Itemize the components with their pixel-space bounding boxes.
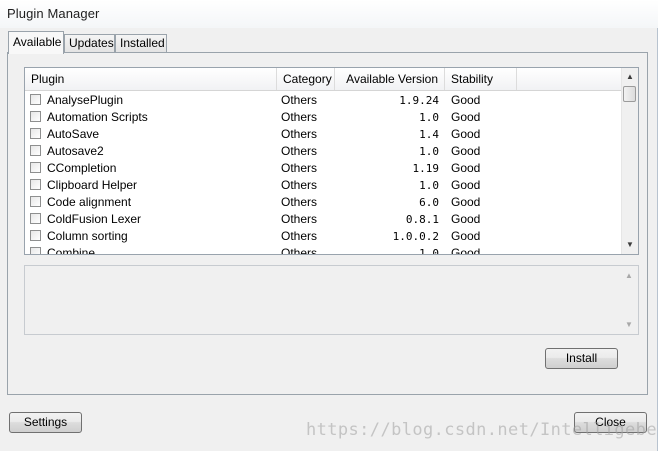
plugin-name: Autosave2 <box>47 144 104 158</box>
plugin-name: ColdFusion Lexer <box>47 212 142 226</box>
close-button-label: Close <box>595 415 626 429</box>
plugin-checkbox[interactable] <box>30 213 41 224</box>
plugin-version: 1.0.0.2 <box>392 230 439 243</box>
plugin-checkbox[interactable] <box>30 230 41 241</box>
plugin-category: Others <box>281 195 318 209</box>
settings-button[interactable]: Settings <box>9 412 82 433</box>
plugin-name: Code alignment <box>47 195 132 209</box>
table-row[interactable]: Code alignment Others 6.0 Good <box>25 194 621 211</box>
table-row[interactable]: Autosave2 Others 1.0 Good <box>25 143 621 160</box>
plugin-stability: Good <box>451 110 481 124</box>
tab-updates-label: Updates <box>69 36 114 50</box>
table-row[interactable]: Clipboard Helper Others 1.0 Good <box>25 177 621 194</box>
tab-updates[interactable]: Updates <box>64 34 115 52</box>
tab-installed[interactable]: Installed <box>115 34 167 52</box>
plugin-name: Combine <box>47 246 96 255</box>
plugin-category: Others <box>281 246 318 255</box>
plugin-list-scroll-thumb[interactable] <box>623 86 636 102</box>
close-button[interactable]: Close <box>574 412 647 433</box>
plugin-version: 1.0 <box>419 145 439 158</box>
plugin-description-box[interactable]: ▲ ▼ <box>24 265 639 335</box>
column-header-category[interactable]: Category <box>277 68 335 90</box>
column-header-category-label: Category <box>283 72 332 86</box>
plugin-name: AnalysePlugin <box>47 93 124 107</box>
plugin-manager-window: Plugin Manager Available Updates Install… <box>0 0 658 451</box>
plugin-version: 6.0 <box>419 196 439 209</box>
plugin-stability: Good <box>451 212 481 226</box>
table-row[interactable]: Column sorting Others 1.0.0.2 Good <box>25 228 621 245</box>
table-row[interactable]: Automation Scripts Others 1.0 Good <box>25 109 621 126</box>
available-tab-panel: Plugin Category Available Version Stabil… <box>7 52 648 395</box>
plugin-checkbox[interactable] <box>30 179 41 190</box>
plugin-stability: Good <box>451 161 481 175</box>
plugin-stability: Good <box>451 127 481 141</box>
plugin-checkbox[interactable] <box>30 111 41 122</box>
plugin-stability: Good <box>451 229 481 243</box>
plugin-category: Others <box>281 212 318 226</box>
table-row[interactable]: AutoSave Others 1.4 Good <box>25 126 621 143</box>
plugin-category: Others <box>281 110 318 124</box>
plugin-list-scrollbar[interactable]: ▲ ▼ <box>621 68 638 254</box>
plugin-version: 0.8.1 <box>405 213 439 226</box>
plugin-checkbox[interactable] <box>30 128 41 139</box>
table-row[interactable]: Combine Others 1.0 Good <box>25 245 621 255</box>
plugin-list-header: Plugin Category Available Version Stabil… <box>25 68 621 91</box>
plugin-stability: Good <box>451 195 481 209</box>
plugin-category: Others <box>281 144 318 158</box>
plugin-name: Column sorting <box>47 229 128 243</box>
description-scrollbar[interactable]: ▲ ▼ <box>621 266 638 334</box>
column-header-version-label: Available Version <box>346 72 438 86</box>
plugin-stability: Good <box>451 93 481 107</box>
plugin-name: Clipboard Helper <box>47 178 138 192</box>
table-row[interactable]: ColdFusion Lexer Others 0.8.1 Good <box>25 211 621 228</box>
settings-button-label: Settings <box>23 415 68 429</box>
plugin-checkbox[interactable] <box>30 94 41 105</box>
plugin-list[interactable]: Plugin Category Available Version Stabil… <box>24 67 639 255</box>
triangle-up-icon[interactable]: ▲ <box>625 272 633 280</box>
plugin-category: Others <box>281 93 318 107</box>
title-bar[interactable]: Plugin Manager <box>0 0 658 28</box>
plugin-name: AutoSave <box>47 127 100 141</box>
install-button[interactable]: Install <box>545 348 618 369</box>
plugin-name: CCompletion <box>47 161 117 175</box>
plugin-version: 1.4 <box>419 128 439 141</box>
column-header-plugin[interactable]: Plugin <box>25 68 277 90</box>
plugin-version: 1.19 <box>412 162 440 175</box>
table-row[interactable]: AnalysePlugin Others 1.9.24 Good <box>25 92 621 109</box>
column-header-stability[interactable]: Stability <box>445 68 517 90</box>
table-row[interactable]: CCompletion Others 1.19 Good <box>25 160 621 177</box>
plugin-category: Others <box>281 178 318 192</box>
triangle-down-icon[interactable]: ▼ <box>625 321 633 329</box>
plugin-version: 1.0 <box>419 111 439 124</box>
triangle-up-icon[interactable]: ▲ <box>626 73 634 81</box>
plugin-rows: AnalysePlugin Others 1.9.24 Good Automat… <box>25 92 621 255</box>
triangle-down-icon[interactable]: ▼ <box>626 241 634 249</box>
plugin-category: Others <box>281 229 318 243</box>
tab-available-label: Available <box>13 35 62 49</box>
column-header-plugin-label: Plugin <box>31 72 65 86</box>
plugin-checkbox[interactable] <box>30 145 41 156</box>
plugin-category: Others <box>281 127 318 141</box>
plugin-checkbox[interactable] <box>30 247 41 254</box>
column-header-stability-label: Stability <box>451 72 494 86</box>
plugin-stability: Good <box>451 178 481 192</box>
plugin-version: 1.0 <box>419 247 439 255</box>
plugin-stability: Good <box>451 246 481 255</box>
install-button-label: Install <box>565 351 598 365</box>
plugin-version: 1.0 <box>419 179 439 192</box>
plugin-stability: Good <box>451 144 481 158</box>
plugin-checkbox[interactable] <box>30 162 41 173</box>
plugin-version: 1.9.24 <box>399 94 439 107</box>
plugin-name: Automation Scripts <box>47 110 148 124</box>
window-title: Plugin Manager <box>7 6 100 21</box>
plugin-checkbox[interactable] <box>30 196 41 207</box>
tab-available[interactable]: Available <box>8 31 64 54</box>
column-header-version[interactable]: Available Version <box>335 68 445 90</box>
plugin-category: Others <box>281 161 318 175</box>
tab-installed-label: Installed <box>120 36 165 50</box>
